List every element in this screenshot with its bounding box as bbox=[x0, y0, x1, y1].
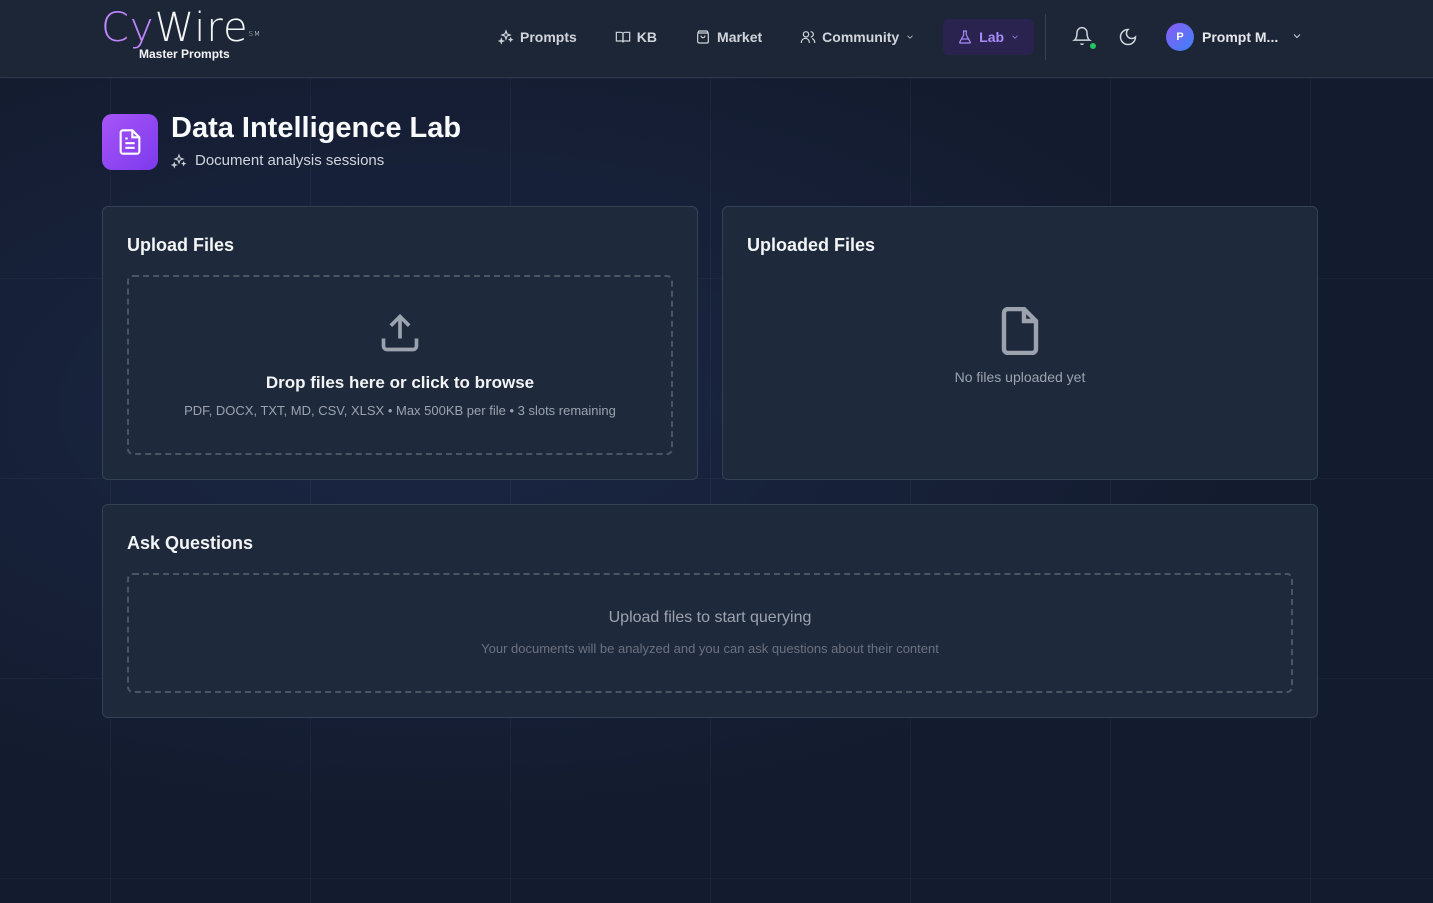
nav-market[interactable]: Market bbox=[695, 19, 762, 55]
background-glow bbox=[0, 78, 1433, 903]
file-dropzone[interactable]: Drop files here or click to browse PDF, … bbox=[127, 275, 673, 455]
user-name: Prompt M... bbox=[1202, 29, 1279, 45]
chevron-down-icon bbox=[907, 35, 913, 39]
nav-market-label: Market bbox=[717, 29, 763, 45]
upload-icon-wrap bbox=[129, 311, 671, 360]
theme-toggle-button[interactable] bbox=[1118, 27, 1142, 51]
avatar: P bbox=[1166, 23, 1194, 51]
query-placeholder-title: Upload files to start querying bbox=[608, 609, 812, 626]
nav-lab[interactable]: Lab bbox=[943, 19, 1035, 55]
service-mark: SM bbox=[248, 30, 262, 38]
user-menu[interactable]: P Prompt M... bbox=[1166, 23, 1278, 51]
page-subtitle-text: Document analysis sessions bbox=[195, 152, 385, 169]
ask-questions-title: Ask Questions bbox=[127, 533, 254, 553]
empty-file-icon-wrap bbox=[723, 306, 1317, 360]
uploaded-files-card: Uploaded Files No files uploaded yet bbox=[722, 206, 1318, 480]
chevron-down-icon bbox=[1012, 35, 1018, 39]
nav-prompts[interactable]: Prompts bbox=[498, 19, 577, 55]
nav-kb-label: KB bbox=[636, 29, 658, 45]
nav-lab-label: Lab bbox=[979, 29, 1005, 45]
users-icon bbox=[800, 31, 816, 43]
nav-community-label: Community bbox=[822, 29, 900, 45]
logo[interactable]: CyWireSM Master Prompts bbox=[101, 5, 262, 61]
nav-divider bbox=[1045, 14, 1046, 60]
notifications-button[interactable] bbox=[1072, 26, 1097, 50]
shopping-bag-icon bbox=[697, 30, 709, 44]
page-title-icon bbox=[102, 114, 158, 170]
document-icon bbox=[119, 129, 141, 155]
upload-files-title: Upload Files bbox=[127, 235, 235, 255]
dropzone-hint: PDF, DOCX, TXT, MD, CSV, XLSX • Max 500K… bbox=[184, 403, 616, 418]
dropzone-title: Drop files here or click to browse bbox=[265, 373, 535, 392]
empty-files-message: No files uploaded yet bbox=[954, 369, 1086, 385]
notification-status-dot bbox=[1089, 42, 1097, 50]
logo-tagline: Master Prompts bbox=[139, 47, 230, 61]
moon-icon bbox=[1119, 28, 1137, 46]
flask-icon bbox=[959, 30, 972, 44]
nav-prompts-label: Prompts bbox=[520, 29, 577, 45]
background-grid bbox=[0, 78, 1433, 903]
sparkles-icon bbox=[498, 29, 514, 45]
file-icon bbox=[1001, 306, 1039, 356]
page-title: Data Intelligence Lab bbox=[171, 112, 462, 144]
sparkles-icon bbox=[171, 152, 187, 169]
book-icon bbox=[615, 31, 631, 43]
chevron-down-icon[interactable] bbox=[1291, 30, 1303, 42]
query-placeholder-area: Upload files to start querying Your docu… bbox=[127, 573, 1293, 693]
nav-community[interactable]: Community bbox=[800, 19, 915, 55]
query-placeholder-hint: Your documents will be analyzed and you … bbox=[481, 641, 939, 656]
page-subtitle: Document analysis sessions bbox=[171, 152, 384, 169]
nav-kb[interactable]: KB bbox=[615, 19, 657, 55]
upload-files-card: Upload Files Drop files here or click to… bbox=[102, 206, 698, 480]
main-nav: Prompts KB Market Community Lab bbox=[498, 19, 1035, 55]
top-navbar: CyWireSM Master Prompts Prompts KB Marke… bbox=[0, 0, 1433, 78]
logo-wordmark: CyWireSM bbox=[101, 5, 262, 51]
ask-questions-card: Ask Questions Upload files to start quer… bbox=[102, 504, 1318, 718]
upload-icon bbox=[381, 313, 419, 352]
uploaded-files-title: Uploaded Files bbox=[747, 235, 876, 255]
